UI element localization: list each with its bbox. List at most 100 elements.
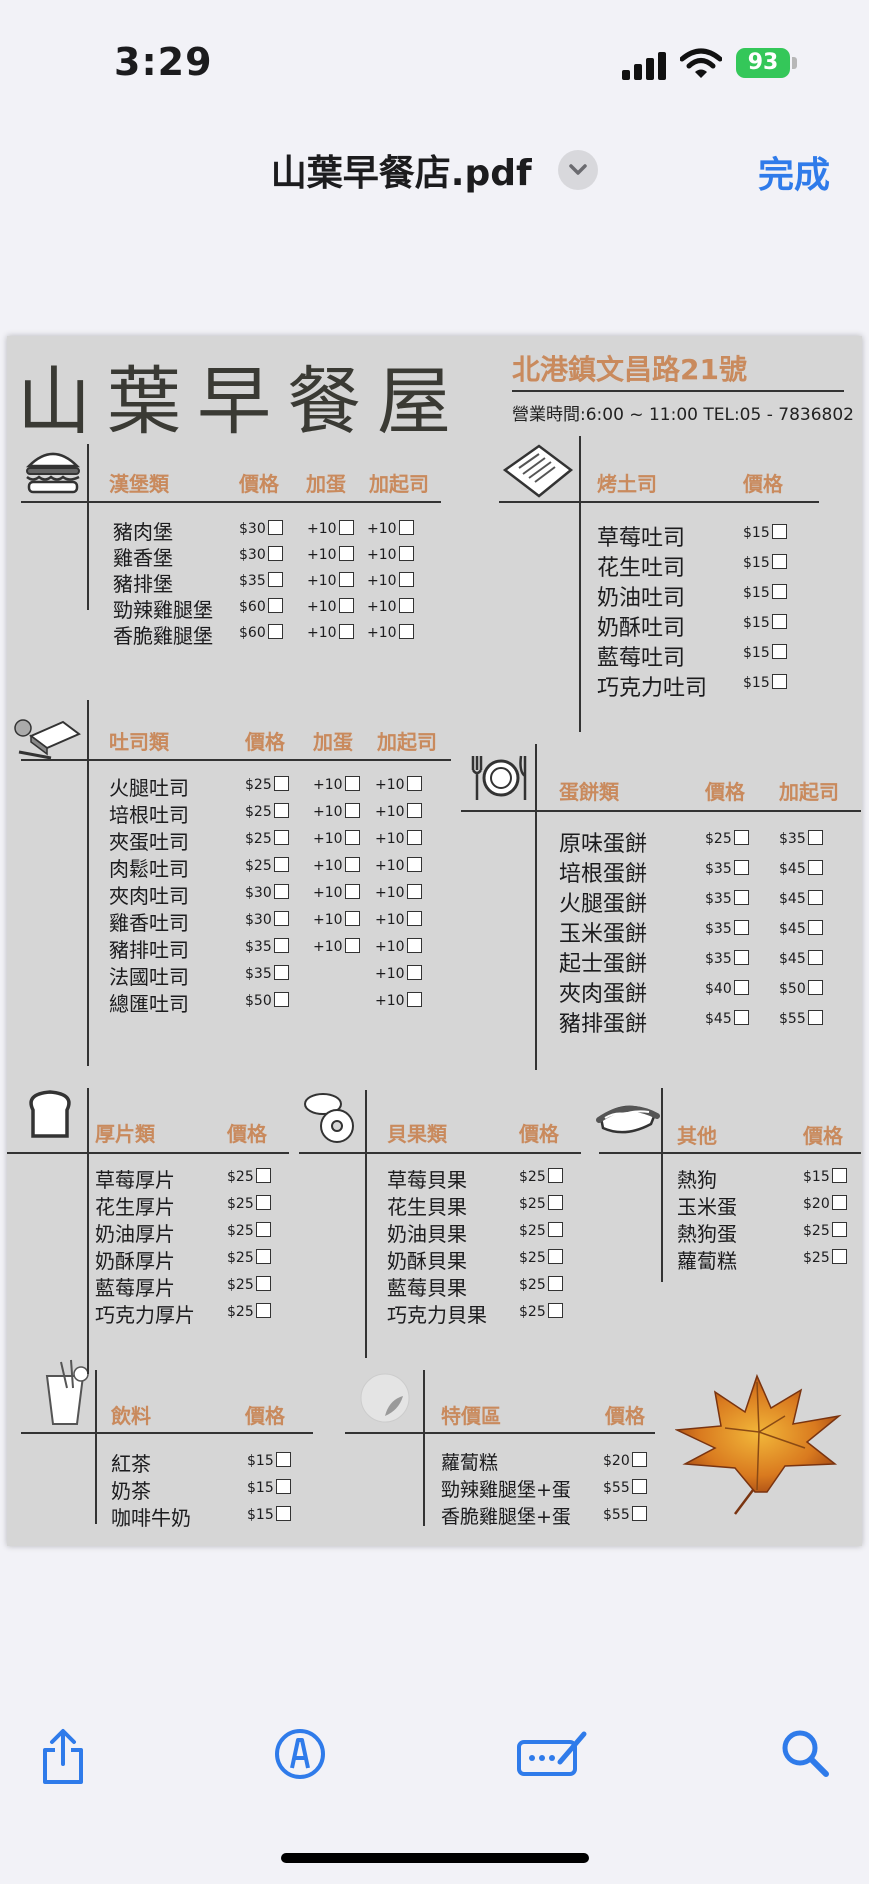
order-checkbox[interactable] [406,803,422,818]
order-checkbox[interactable] [398,624,414,639]
order-checkbox[interactable] [733,890,749,905]
order-checkbox[interactable] [547,1168,563,1183]
order-checkbox[interactable] [733,980,749,995]
order-checkbox[interactable] [406,992,422,1007]
order-checkbox[interactable] [807,890,823,905]
order-checkbox[interactable] [344,776,360,791]
pdf-page[interactable]: 山葉早餐屋 北港鎮文昌路21號 營業時間:6:00 ~ 11:00 TEL:05… [7,336,862,1546]
chevron-down-icon[interactable] [558,150,599,190]
order-checkbox[interactable] [547,1303,563,1318]
order-checkbox[interactable] [733,950,749,965]
order-checkbox[interactable] [273,857,289,872]
share-icon[interactable] [40,1728,86,1786]
order-checkbox[interactable] [338,520,354,535]
markup-icon[interactable] [274,1728,326,1780]
order-checkbox[interactable] [255,1303,271,1318]
order-checkbox[interactable] [344,803,360,818]
order-checkbox[interactable] [807,950,823,965]
done-button[interactable]: 完成 [758,146,830,198]
order-checkbox[interactable] [406,776,422,791]
order-checkbox[interactable] [733,1010,749,1025]
order-checkbox[interactable] [273,776,289,791]
order-checkbox[interactable] [406,857,422,872]
order-checkbox[interactable] [338,598,354,613]
order-checkbox[interactable] [547,1222,563,1237]
order-checkbox[interactable] [338,572,354,587]
order-checkbox[interactable] [771,584,787,599]
order-checkbox[interactable] [807,860,823,875]
order-checkbox[interactable] [344,884,360,899]
order-checkbox[interactable] [733,860,749,875]
order-checkbox[interactable] [831,1168,847,1183]
order-checkbox[interactable] [338,546,354,561]
order-checkbox[interactable] [771,674,787,689]
order-checkbox[interactable] [406,938,422,953]
order-checkbox[interactable] [273,938,289,953]
menu-item-price: $25 [519,1222,563,1239]
order-checkbox[interactable] [255,1276,271,1291]
order-checkbox[interactable] [267,546,283,561]
value-text: $15 [247,1507,274,1523]
order-checkbox[interactable] [733,830,749,845]
form-fill-icon[interactable] [516,1728,590,1778]
order-checkbox[interactable] [547,1276,563,1291]
order-checkbox[interactable] [398,598,414,613]
order-checkbox[interactable] [771,554,787,569]
order-checkbox[interactable] [831,1195,847,1210]
home-indicator[interactable] [281,1853,589,1863]
order-checkbox[interactable] [771,614,787,629]
order-checkbox[interactable] [267,624,283,639]
order-checkbox[interactable] [547,1249,563,1264]
order-checkbox[interactable] [267,598,283,613]
order-checkbox[interactable] [273,803,289,818]
order-checkbox[interactable] [338,624,354,639]
search-icon[interactable] [780,1728,830,1778]
order-checkbox[interactable] [631,1506,647,1521]
menu-item-price: $25 [519,1276,563,1293]
order-checkbox[interactable] [807,830,823,845]
menu-item-price: $50 [245,992,289,1009]
menu-item-price: $45 [779,950,823,967]
order-checkbox[interactable] [807,980,823,995]
order-checkbox[interactable] [344,911,360,926]
order-checkbox[interactable] [273,884,289,899]
order-checkbox[interactable] [344,857,360,872]
order-checkbox[interactable] [273,965,289,980]
status-time: 3:29 [114,40,213,84]
order-checkbox[interactable] [831,1249,847,1264]
order-checkbox[interactable] [406,965,422,980]
order-checkbox[interactable] [831,1222,847,1237]
burger-icon [25,452,81,494]
order-checkbox[interactable] [631,1452,647,1467]
order-checkbox[interactable] [255,1222,271,1237]
value-text: $30 [239,521,266,537]
order-checkbox[interactable] [344,830,360,845]
order-checkbox[interactable] [344,938,360,953]
order-checkbox[interactable] [255,1195,271,1210]
document-title[interactable]: 山葉早餐店.pdf [0,144,869,196]
order-checkbox[interactable] [255,1249,271,1264]
order-checkbox[interactable] [273,830,289,845]
order-checkbox[interactable] [406,884,422,899]
order-checkbox[interactable] [398,546,414,561]
order-checkbox[interactable] [547,1195,563,1210]
order-checkbox[interactable] [267,572,283,587]
order-checkbox[interactable] [275,1506,291,1521]
order-checkbox[interactable] [807,920,823,935]
order-checkbox[interactable] [267,520,283,535]
order-checkbox[interactable] [771,644,787,659]
order-checkbox[interactable] [398,572,414,587]
order-checkbox[interactable] [631,1479,647,1494]
order-checkbox[interactable] [406,911,422,926]
order-checkbox[interactable] [275,1452,291,1467]
order-checkbox[interactable] [733,920,749,935]
order-checkbox[interactable] [406,830,422,845]
order-checkbox[interactable] [275,1479,291,1494]
order-checkbox[interactable] [273,992,289,1007]
value-text: $25 [519,1277,546,1293]
order-checkbox[interactable] [398,520,414,535]
order-checkbox[interactable] [273,911,289,926]
order-checkbox[interactable] [771,524,787,539]
order-checkbox[interactable] [255,1168,271,1183]
order-checkbox[interactable] [807,1010,823,1025]
